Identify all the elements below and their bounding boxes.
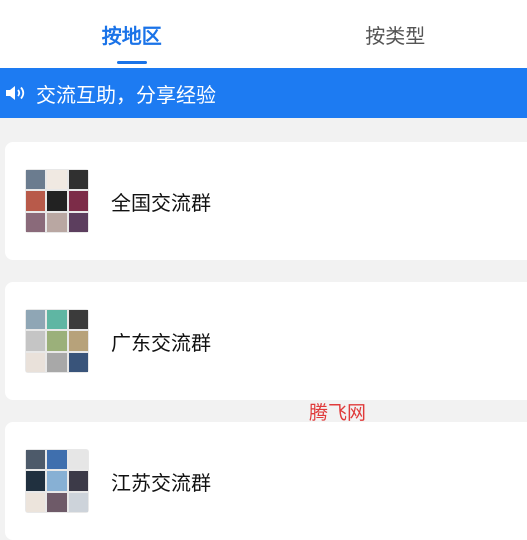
avatar-tile [26,310,45,329]
avatar-tile [69,191,88,210]
avatar-tile [47,331,66,350]
avatar-tile [69,493,88,512]
group-card[interactable]: 全国交流群 [5,142,527,260]
avatar-tile [47,310,66,329]
avatar-tile [47,450,66,469]
avatar-tile [47,493,66,512]
avatar-tile [26,450,45,469]
tab-by-region[interactable]: 按地区 [0,0,264,68]
notice-text: 交流互助，分享经验 [36,79,216,108]
group-list: 全国交流群 广东交流群 江苏交流群 [0,118,527,540]
watermark: 腾飞网 [309,398,366,425]
avatar-tile [69,170,88,189]
avatar-tile [69,331,88,350]
tab-by-region-label: 按地区 [102,20,162,49]
active-tab-indicator [117,61,147,64]
tab-by-type-label: 按类型 [365,20,425,49]
avatar-tile [69,310,88,329]
group-name: 全国交流群 [111,187,211,216]
group-avatar [25,309,89,373]
avatar-tile [26,191,45,210]
speaker-icon [4,82,30,104]
avatar-tile [69,450,88,469]
avatar-tile [69,353,88,372]
avatar-tile [26,353,45,372]
notice-bar: 交流互助，分享经验 [0,68,527,118]
avatar-tile [69,471,88,490]
avatar-tile [47,191,66,210]
avatar-tile [47,471,66,490]
tab-by-type[interactable]: 按类型 [264,0,527,68]
avatar-tile [26,170,45,189]
avatar-tile [26,493,45,512]
tab-bar: 按地区 按类型 [0,0,527,68]
avatar-tile [69,213,88,232]
group-avatar [25,169,89,233]
avatar-tile [26,471,45,490]
group-avatar [25,449,89,513]
avatar-tile [47,170,66,189]
group-name: 江苏交流群 [111,467,211,496]
avatar-tile [26,213,45,232]
group-card[interactable]: 广东交流群 [5,282,527,400]
group-card[interactable]: 江苏交流群 [5,422,527,540]
avatar-tile [26,331,45,350]
avatar-tile [47,353,66,372]
group-name: 广东交流群 [111,327,211,356]
avatar-tile [47,213,66,232]
